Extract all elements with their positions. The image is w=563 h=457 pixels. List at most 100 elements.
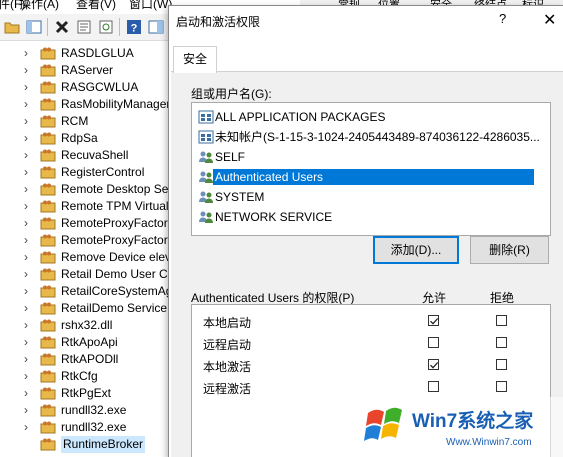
user-item[interactable]: SYSTEM: [196, 187, 546, 207]
chevron-right-icon[interactable]: ›: [24, 114, 34, 129]
remove-button[interactable]: 删除(R): [470, 236, 549, 264]
component-icon: [40, 217, 56, 230]
deny-checkbox[interactable]: [496, 381, 507, 392]
chevron-right-icon[interactable]: ›: [24, 250, 34, 265]
tree-item[interactable]: › RetailDemo Service: [0, 300, 170, 317]
chevron-right-icon[interactable]: ›: [24, 301, 34, 316]
chevron-right-icon[interactable]: ›: [24, 284, 34, 299]
user-item[interactable]: SELF: [196, 147, 546, 167]
deny-checkbox[interactable]: [496, 359, 507, 370]
tree-item-label: RASGCWLUA: [61, 80, 139, 94]
chevron-right-icon[interactable]: ›: [24, 233, 34, 248]
chevron-right-icon[interactable]: ›: [24, 97, 34, 112]
chevron-right-icon[interactable]: ›: [24, 420, 34, 435]
tree-item[interactable]: › rundll32.exe: [0, 419, 170, 436]
tree-item[interactable]: › Remove Device elev: [0, 249, 170, 266]
tree-item[interactable]: › RegisterControl: [0, 164, 170, 181]
folder-open-icon[interactable]: [2, 17, 22, 37]
user-item[interactable]: ALL APPLICATION PACKAGES: [196, 107, 546, 127]
tree-item-label: RecuvaShell: [61, 148, 129, 162]
console-tree-icon[interactable]: [24, 17, 44, 37]
tree-item[interactable]: › RtkApoApi: [0, 334, 170, 351]
refresh-icon[interactable]: [96, 17, 116, 37]
tree-item[interactable]: › RetailCoreSystemAg: [0, 283, 170, 300]
tree-item[interactable]: › RASDLGLUA: [0, 45, 170, 62]
close-icon[interactable]: ✕: [543, 10, 556, 30]
chevron-right-icon[interactable]: ›: [24, 63, 34, 78]
tree-item-label: RemoteProxyFactory: [61, 216, 170, 230]
tree-item[interactable]: › RtkPgExt: [0, 385, 170, 402]
chevron-right-icon[interactable]: ›: [24, 46, 34, 61]
tree-item[interactable]: › Remote Desktop Se: [0, 181, 170, 198]
chevron-right-icon[interactable]: ›: [24, 182, 34, 197]
component-icon: [40, 421, 56, 434]
chevron-right-icon[interactable]: ›: [24, 165, 34, 180]
tree-item[interactable]: › rshx32.dll: [0, 317, 170, 334]
chevron-right-icon[interactable]: ›: [24, 369, 34, 384]
chevron-right-icon[interactable]: ›: [24, 386, 34, 401]
component-icon: [40, 149, 56, 162]
help-icon[interactable]: ?: [124, 17, 144, 37]
chevron-right-icon[interactable]: ›: [24, 335, 34, 350]
tab-security[interactable]: 安全: [173, 46, 217, 73]
allow-checkbox[interactable]: [428, 381, 439, 392]
menu-view[interactable]: 查看(V): [76, 0, 116, 11]
deny-checkbox[interactable]: [496, 315, 507, 326]
allow-checkbox[interactable]: [428, 359, 439, 370]
tree-item-label: rundll32.exe: [61, 420, 127, 434]
chevron-right-icon[interactable]: ›: [24, 318, 34, 333]
user-group-icon: [199, 171, 213, 183]
tree-item[interactable]: › rundll32.exe: [0, 402, 170, 419]
component-icon: [40, 47, 56, 60]
chevron-right-icon[interactable]: ›: [24, 267, 34, 282]
tree-item[interactable]: › RemoteProxyFactory: [0, 215, 170, 232]
user-item[interactable]: NETWORK SERVICE: [196, 207, 546, 227]
tree-item[interactable]: › RdpSa: [0, 130, 170, 147]
help-button[interactable]: ?: [499, 11, 506, 26]
chevron-right-icon[interactable]: ›: [24, 216, 34, 231]
tree-item[interactable]: › RASGCWLUA: [0, 79, 170, 96]
user-list[interactable]: ALL APPLICATION PACKAGES 未知帐户(S-1-15-3-1…: [191, 102, 551, 236]
tree-item-label: RtkCfg: [61, 369, 98, 383]
tree-item-label: RCM: [61, 114, 89, 128]
chevron-right-icon[interactable]: ›: [24, 148, 34, 163]
properties-icon[interactable]: [74, 17, 94, 37]
tree-item[interactable]: › RecuvaShell: [0, 147, 170, 164]
tree-item[interactable]: › Retail Demo User CC: [0, 266, 170, 283]
show-hide-icon[interactable]: [146, 17, 166, 37]
dialog-title: 启动和激活权限: [176, 15, 261, 29]
menu-action[interactable]: 操作(A): [19, 0, 59, 11]
chevron-right-icon[interactable]: ›: [24, 199, 34, 214]
tree-item-label: RtkAPODll: [61, 352, 119, 366]
tree-item-label: RegisterControl: [61, 165, 145, 179]
tree-item[interactable]: › RasMobilityManager: [0, 96, 170, 113]
component-icon: [40, 336, 56, 349]
user-item-selected[interactable]: Authenticated Users: [196, 167, 546, 187]
tree-item-label: RASDLGLUA: [61, 46, 134, 60]
tree-item[interactable]: › RtkAPODll: [0, 351, 170, 368]
allow-checkbox[interactable]: [428, 315, 439, 326]
component-icon: [40, 438, 56, 451]
chevron-right-icon[interactable]: ›: [24, 80, 34, 95]
user-name: 未知帐户(S-1-15-3-1024-2405443489-874036122-…: [215, 130, 540, 144]
svg-text:?: ?: [131, 23, 138, 35]
chevron-right-icon[interactable]: ›: [24, 403, 34, 418]
tree-item[interactable]: › RAServer: [0, 62, 170, 79]
add-button[interactable]: 添加(D)...: [373, 236, 459, 264]
delete-icon[interactable]: [52, 17, 72, 37]
component-icon: [40, 98, 56, 111]
tree-item[interactable]: › RtkCfg: [0, 368, 170, 385]
menu-window[interactable]: 窗口(W): [129, 0, 172, 11]
chevron-right-icon[interactable]: ›: [24, 131, 34, 146]
permission-row: 本地启动: [192, 311, 550, 333]
tree-item-selected[interactable]: RuntimeBroker: [0, 436, 170, 453]
user-item[interactable]: 未知帐户(S-1-15-3-1024-2405443489-874036122-…: [196, 127, 546, 147]
deny-checkbox[interactable]: [496, 337, 507, 348]
chevron-right-icon[interactable]: ›: [24, 352, 34, 367]
tree-item[interactable]: › RemoteProxyFactory: [0, 232, 170, 249]
allow-checkbox[interactable]: [428, 337, 439, 348]
user-name: ALL APPLICATION PACKAGES: [215, 110, 386, 124]
user-group-icon: [199, 211, 213, 223]
tree-item[interactable]: › Remote TPM Virtual: [0, 198, 170, 215]
tree-item[interactable]: › RCM: [0, 113, 170, 130]
